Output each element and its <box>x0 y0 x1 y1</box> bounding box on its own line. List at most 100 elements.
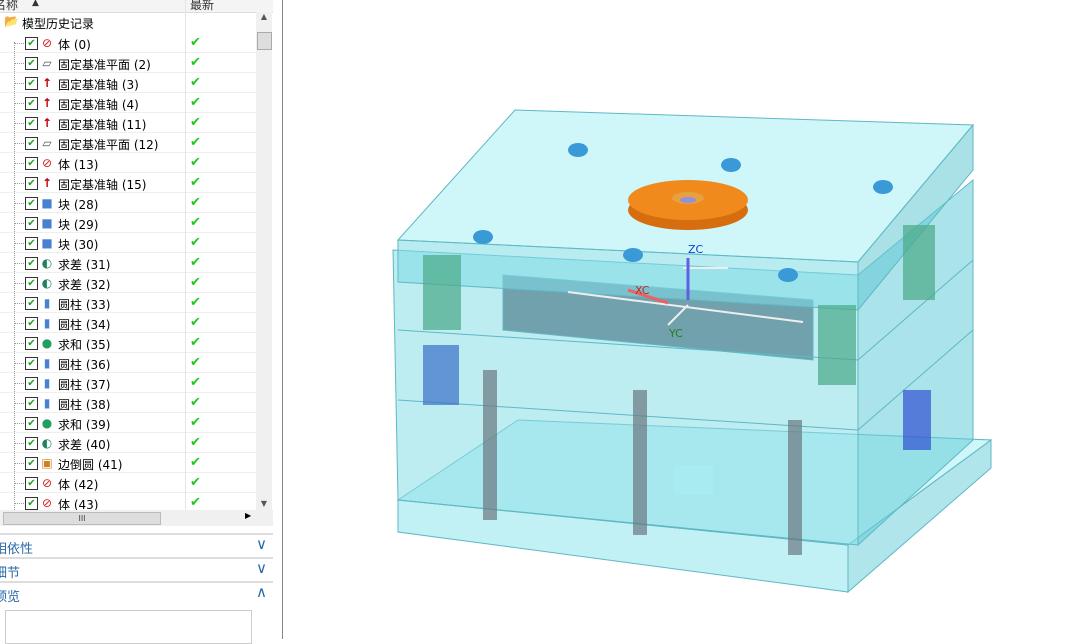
tree-connector <box>14 263 24 264</box>
visibility-checkbox[interactable]: ✔ <box>25 297 38 310</box>
tree-root-label: 模型历史记录 <box>22 17 95 31</box>
tree-row[interactable]: ✔ ▱ 固定基准平面 (2) ✔ <box>0 53 256 73</box>
section-details[interactable]: 细节 ∨ <box>0 557 273 581</box>
section-preview[interactable]: 预览 ∧ <box>0 581 273 644</box>
feature-label: 圆柱 (38) <box>58 398 111 412</box>
datum-plane-icon: ▱ <box>42 136 52 150</box>
tree-row[interactable]: ✔ ↑ 固定基准轴 (4) ✔ <box>0 93 256 113</box>
visibility-checkbox[interactable]: ✔ <box>25 457 38 470</box>
tree-row[interactable]: ✔ ▮ 圆柱 (33) ✔ <box>0 293 256 313</box>
tree-row[interactable]: ✔ ■ 块 (30) ✔ <box>0 233 256 253</box>
visibility-checkbox[interactable]: ✔ <box>25 217 38 230</box>
visibility-checkbox[interactable]: ✔ <box>25 337 38 350</box>
cylinder-icon: ▮ <box>43 396 51 410</box>
tree-row[interactable]: ✔ ▱ 固定基准平面 (12) ✔ <box>0 133 256 153</box>
tree-connector <box>14 163 24 164</box>
feature-label: 体 (0) <box>58 38 91 52</box>
tree-connector <box>14 343 24 344</box>
vertical-scrollbar[interactable]: ▲ ▼ <box>256 12 272 510</box>
visibility-checkbox[interactable]: ✔ <box>25 377 38 390</box>
tree-row[interactable]: ✔ ■ 块 (29) ✔ <box>0 213 256 233</box>
tree-row[interactable]: ✔ ■ 块 (28) ✔ <box>0 193 256 213</box>
visibility-checkbox[interactable]: ✔ <box>25 397 38 410</box>
tree-root[interactable]: 📂 模型历史记录 <box>4 14 94 32</box>
visibility-checkbox[interactable]: ✔ <box>25 37 38 50</box>
tree-row[interactable]: ✔ ▣ 边倒圆 (41) ✔ <box>0 453 256 473</box>
visibility-checkbox[interactable]: ✔ <box>25 237 38 250</box>
tree-connector <box>14 423 24 424</box>
visibility-checkbox[interactable]: ✔ <box>25 317 38 330</box>
tree-row[interactable]: ✔ ▮ 圆柱 (37) ✔ <box>0 373 256 393</box>
horizontal-scrollbar[interactable]: III ▶ <box>0 510 273 526</box>
visibility-checkbox[interactable]: ✔ <box>25 277 38 290</box>
tree-row[interactable]: ✔ ⊘ 体 (0) ✔ <box>0 33 256 53</box>
visibility-checkbox[interactable]: ✔ <box>25 197 38 210</box>
up-to-date-check-icon: ✔ <box>190 235 201 250</box>
axis-label-xc: XC <box>635 284 650 297</box>
hscroll-thumb[interactable]: III <box>3 512 161 525</box>
up-to-date-check-icon: ✔ <box>190 215 201 230</box>
feature-label: 块 (29) <box>58 218 99 232</box>
visibility-checkbox[interactable]: ✔ <box>25 357 38 370</box>
sort-ascending-icon: ▲ <box>32 0 39 8</box>
tree-connector <box>14 103 24 104</box>
tree-row[interactable]: ✔ ◐ 求差 (40) ✔ <box>0 433 256 453</box>
datum-axis-icon: ↑ <box>41 96 53 110</box>
visibility-checkbox[interactable]: ✔ <box>25 57 38 70</box>
visibility-checkbox[interactable]: ✔ <box>25 157 38 170</box>
chevron-down-icon[interactable]: ∨ <box>256 559 267 577</box>
tree-row[interactable]: ✔ ⊘ 体 (43) ✔ <box>0 493 256 510</box>
visibility-checkbox[interactable]: ✔ <box>25 177 38 190</box>
tree-row[interactable]: ✔ ⊘ 体 (13) ✔ <box>0 153 256 173</box>
feature-label: 固定基准平面 (12) <box>58 138 159 152</box>
datum-plane-icon: ▱ <box>42 56 52 70</box>
feature-label: 求和 (35) <box>58 338 111 352</box>
tree-row[interactable]: ✔ ↑ 固定基准轴 (11) ✔ <box>0 113 256 133</box>
feature-label: 固定基准平面 (2) <box>58 58 151 72</box>
chevron-up-icon[interactable]: ∧ <box>256 583 267 601</box>
visibility-checkbox[interactable]: ✔ <box>25 257 38 270</box>
visibility-checkbox[interactable]: ✔ <box>25 117 38 130</box>
tree-row[interactable]: ✔ ▮ 圆柱 (38) ✔ <box>0 393 256 413</box>
section-dependencies[interactable]: 相依性 ∨ <box>0 533 273 557</box>
unite-icon: ● <box>41 416 53 430</box>
tree-row[interactable]: ✔ ⊘ 体 (42) ✔ <box>0 473 256 493</box>
block-icon: ■ <box>41 216 53 230</box>
cylinder-icon: ▮ <box>43 316 51 330</box>
tree-row[interactable]: ✔ ↑ 固定基准轴 (3) ✔ <box>0 73 256 93</box>
feature-label: 求和 (39) <box>58 418 111 432</box>
visibility-checkbox[interactable]: ✔ <box>25 97 38 110</box>
scroll-thumb[interactable] <box>257 32 272 50</box>
up-to-date-check-icon: ✔ <box>190 275 201 290</box>
up-to-date-check-icon: ✔ <box>190 155 201 170</box>
up-to-date-check-icon: ✔ <box>190 55 201 70</box>
datum-axis-icon: ↑ <box>41 76 53 90</box>
body-icon: ⊘ <box>41 476 53 490</box>
visibility-checkbox[interactable]: ✔ <box>25 137 38 150</box>
chevron-down-icon[interactable]: ∨ <box>256 535 267 553</box>
subtract-icon: ◐ <box>41 256 53 270</box>
model-history-tree: 📂 模型历史记录 ✔ ⊘ 体 (0) ✔ ✔ ▱ 固定基准平面 (2) ✔ ✔ ↑ 固定基准轴 (3… <box>0 12 256 510</box>
up-to-date-check-icon: ✔ <box>190 495 201 510</box>
tree-row[interactable]: ✔ ● 求和 (35) ✔ <box>0 333 256 353</box>
up-to-date-check-icon: ✔ <box>190 175 201 190</box>
scroll-down-icon[interactable]: ▼ <box>256 499 272 508</box>
scroll-up-icon[interactable]: ▲ <box>256 12 272 21</box>
tree-row[interactable]: ✔ ◐ 求差 (32) ✔ <box>0 273 256 293</box>
visibility-checkbox[interactable]: ✔ <box>25 497 38 510</box>
tree-row[interactable]: ✔ ◐ 求差 (31) ✔ <box>0 253 256 273</box>
visibility-checkbox[interactable]: ✔ <box>25 77 38 90</box>
feature-label: 固定基准轴 (4) <box>58 98 139 112</box>
visibility-checkbox[interactable]: ✔ <box>25 417 38 430</box>
body-icon: ⊘ <box>41 36 53 50</box>
tree-row[interactable]: ✔ ▮ 圆柱 (36) ✔ <box>0 353 256 373</box>
feature-label: 块 (30) <box>58 238 99 252</box>
tree-row[interactable]: ✔ ● 求和 (39) ✔ <box>0 413 256 433</box>
section-label: 预览 <box>0 590 21 605</box>
tree-row[interactable]: ✔ ↑ 固定基准轴 (15) ✔ <box>0 173 256 193</box>
tree-row[interactable]: ✔ ▮ 圆柱 (34) ✔ <box>0 313 256 333</box>
graphics-viewport[interactable]: ZC XC YC <box>283 0 1080 639</box>
visibility-checkbox[interactable]: ✔ <box>25 437 38 450</box>
visibility-checkbox[interactable]: ✔ <box>25 477 38 490</box>
scroll-right-icon[interactable]: ▶ <box>245 511 251 520</box>
